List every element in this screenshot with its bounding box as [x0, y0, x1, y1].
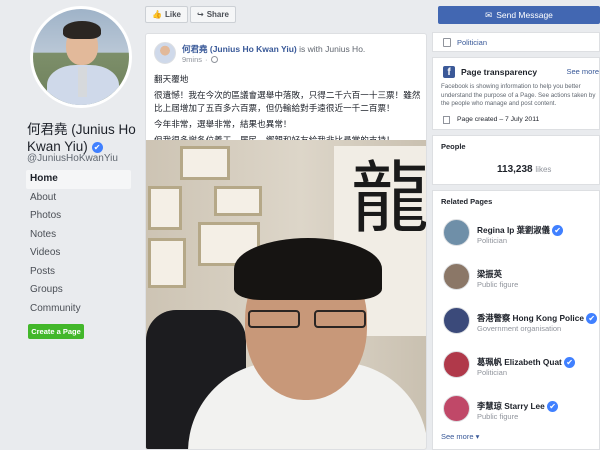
post-author-link[interactable]: 何君堯 (Junius Ho Kwan Yiu): [182, 44, 297, 54]
photo-glasses-lens: [314, 310, 366, 328]
like-button[interactable]: 👍 Like: [145, 6, 188, 23]
post-card: 何君堯 (Junius Ho Kwan Yiu) is with Junius …: [145, 33, 427, 450]
photo-frame-certificate: [214, 186, 262, 216]
related-page-item[interactable]: 梁振英 Public figure: [441, 263, 600, 293]
facebook-logo-icon: f: [443, 66, 455, 78]
photo-glasses: [248, 310, 366, 328]
related-page-name[interactable]: 葛珮帆 Elizabeth Quat ✔: [477, 356, 576, 369]
post-timestamp[interactable]: 9mins: [182, 55, 202, 64]
verified-badge-icon: ✔: [552, 225, 564, 237]
create-page-button[interactable]: Create a Page: [28, 324, 84, 339]
related-pages-card: Related Pages Regina Ip 葉劉淑儀 ✔ Politicia…: [432, 190, 600, 450]
related-see-more-link[interactable]: See more ▾: [441, 432, 479, 441]
send-message-label: Send Message: [496, 10, 553, 20]
like-label: Like: [164, 10, 181, 19]
transparency-see-more-link[interactable]: See more: [566, 67, 599, 76]
nav-item-posts[interactable]: Posts: [26, 263, 131, 282]
page-actions: 👍 Like ↪ Share: [145, 6, 236, 23]
page-nav: Home About Photos Notes Videos Posts Gro…: [26, 170, 131, 318]
messenger-icon: ✉: [485, 9, 493, 20]
photo-frame-certificate: [148, 186, 182, 230]
photo-frame-certificate: [180, 146, 230, 180]
post-header: 何君堯 (Junius Ho Kwan Yiu) is with Junius …: [182, 43, 365, 55]
page-title[interactable]: 何君堯 (Junius Ho Kwan Yiu) ✔: [27, 121, 137, 155]
related-page-avatar[interactable]: [443, 351, 470, 378]
category-link[interactable]: Politician: [457, 38, 487, 47]
verified-badge-icon: ✔: [91, 141, 103, 153]
photo-glasses-lens: [248, 310, 300, 328]
nav-item-about[interactable]: About: [26, 189, 131, 208]
post-timestamp-row: 9mins ·: [182, 55, 218, 64]
chevron-down-icon: ▾: [475, 432, 480, 441]
related-page-item[interactable]: 李慧琼 Starry Lee ✔ Public figure: [441, 395, 600, 425]
people-card: People 113,238 likes: [432, 135, 600, 185]
related-page-name[interactable]: 李慧琼 Starry Lee ✔: [477, 400, 559, 413]
post-photo[interactable]: 龍: [146, 140, 427, 449]
related-page-category: Public figure: [477, 280, 519, 289]
profile-picture-hair: [63, 21, 101, 39]
related-pages-title: Related Pages: [441, 197, 493, 206]
likes-label: likes: [535, 165, 552, 174]
photo-frame-certificate: [148, 238, 186, 288]
verified-badge-icon: ✔: [564, 357, 576, 369]
profile-picture-shirt: [78, 67, 87, 97]
verified-badge-icon: ✔: [586, 313, 598, 325]
post-author-avatar[interactable]: [154, 42, 176, 64]
nav-item-notes[interactable]: Notes: [26, 226, 131, 245]
flag-icon: [443, 116, 450, 124]
related-page-name[interactable]: Regina Ip 葉劉淑儀 ✔: [477, 224, 564, 237]
verified-badge-icon: ✔: [547, 401, 559, 413]
post-line: 很遺憾！我在今次的區議會選舉中落敗，只得二千六百一十三票！雖然比上屆增加了五百多…: [154, 90, 421, 113]
profile-picture[interactable]: [30, 6, 132, 108]
related-page-category: Politician: [477, 368, 508, 377]
globe-icon: [210, 56, 218, 63]
people-title: People: [441, 142, 466, 151]
post-text: 翻天覆地 很遺憾！我在今次的區議會選舉中落敗，只得二千六百一十三票！雖然比上屆增…: [154, 73, 422, 150]
share-button[interactable]: ↪ Share: [189, 6, 236, 23]
transparency-title: Page transparency: [461, 67, 538, 77]
related-page-avatar[interactable]: [443, 263, 470, 290]
related-page-category: Politician: [477, 236, 508, 245]
page-handle[interactable]: @JuniusHoKwanYiu: [27, 153, 118, 164]
related-page-avatar[interactable]: [443, 307, 470, 334]
likes-count: 113,238 likes: [497, 164, 551, 175]
related-page-item[interactable]: 香港警察 Hong Kong Police ✔ Government organ…: [441, 307, 600, 337]
post-line: 今年非常，選舉非常，結果也異常！: [154, 119, 292, 129]
page-name-text: 何君堯 (Junius Ho Kwan Yiu): [27, 122, 136, 154]
photo-hair: [234, 238, 382, 300]
left-column: 何君堯 (Junius Ho Kwan Yiu) ✔ @JuniusHoKwan…: [0, 0, 139, 450]
related-page-category: Government organisation: [477, 324, 562, 333]
page-category: Politician: [432, 32, 600, 52]
nav-item-home[interactable]: Home: [26, 170, 131, 189]
related-page-category: Public figure: [477, 412, 519, 421]
category-icon: [443, 38, 451, 47]
thumbs-up-icon: 👍: [152, 10, 162, 19]
nav-item-community[interactable]: Community: [26, 300, 131, 319]
nav-item-photos[interactable]: Photos: [26, 207, 131, 226]
calligraphy-text: 龍: [351, 154, 427, 244]
related-page-item[interactable]: 葛珮帆 Elizabeth Quat ✔ Politician: [441, 351, 600, 381]
related-page-name[interactable]: 梁振英: [477, 268, 502, 280]
related-page-item[interactable]: Regina Ip 葉劉淑儀 ✔ Politician: [441, 219, 600, 249]
related-page-avatar[interactable]: [443, 219, 470, 246]
page-created-date: Page created – 7 July 2011: [457, 116, 540, 123]
transparency-description: Facebook is showing information to help …: [441, 83, 596, 107]
related-page-avatar[interactable]: [443, 395, 470, 422]
share-label: Share: [206, 10, 229, 19]
send-message-button[interactable]: ✉ Send Message: [438, 6, 600, 24]
likes-number: 113,238: [497, 164, 533, 175]
share-icon: ↪: [196, 10, 204, 19]
post-line: 翻天覆地: [154, 74, 189, 84]
nav-item-groups[interactable]: Groups: [26, 281, 131, 300]
page-transparency-card: f Page transparency See more Facebook is…: [432, 57, 600, 130]
nav-item-videos[interactable]: Videos: [26, 244, 131, 263]
related-page-name[interactable]: 香港警察 Hong Kong Police ✔: [477, 312, 598, 325]
post-with-text: is with Junius Ho.: [299, 44, 366, 54]
